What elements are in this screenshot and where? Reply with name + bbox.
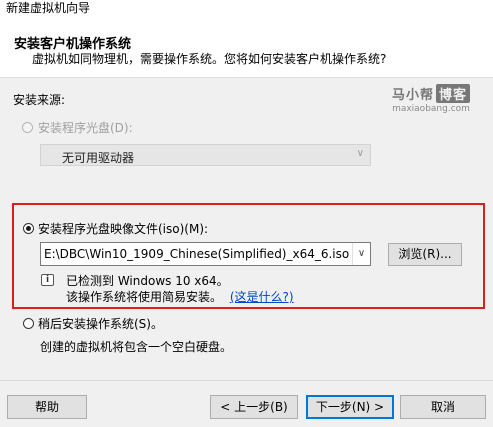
radio-iso-label: 安装程序光盘映像文件(iso)(M): (38, 222, 209, 236)
page-subtitle: 虚拟机如同物理机，需要操作系统。您将如何安装客户机操作系统? (32, 52, 387, 66)
watermark-logo: 马小帮 博客 maxiaobang.com (380, 84, 482, 114)
watermark-brand: 马小帮 (391, 88, 434, 103)
cancel-button[interactable]: 取消 (400, 395, 486, 419)
iso-path-combobox[interactable]: E:\DBC\Win10_1909_Chinese(Simplified)_x6… (40, 242, 371, 266)
radio-iso[interactable] (23, 223, 34, 234)
radio-install-later-label: 稍后安装操作系统(S)。 (38, 317, 163, 331)
chevron-down-icon: ∨ (356, 148, 364, 159)
back-button[interactable]: < 上一步(B) (210, 395, 298, 419)
radio-selected-dot (26, 226, 31, 231)
iso-path-value: E:\DBC\Win10_1909_Chinese(Simplified)_x6… (44, 247, 350, 261)
disc-drive-value: 无可用驱动器 (62, 151, 135, 165)
radio-disc-label: 安装程序光盘(D): (38, 121, 133, 135)
next-button[interactable]: 下一步(N) > (306, 395, 394, 419)
chevron-down-icon[interactable]: ∨ (352, 243, 370, 265)
info-icon: i (41, 274, 54, 286)
easy-install-text: 该操作系统将使用简易安装。 (66, 290, 223, 304)
browse-button[interactable]: 浏览(R)... (388, 243, 462, 266)
radio-install-later[interactable] (23, 318, 34, 329)
disc-drive-dropdown[interactable]: 无可用驱动器 ∨ (40, 144, 371, 166)
detected-os-text: 已检测到 Windows 10 x64。 (66, 274, 229, 288)
radio-disc[interactable] (22, 122, 33, 133)
window-title: 新建虚拟机向导 (6, 1, 91, 15)
help-button[interactable]: 帮助 (7, 395, 87, 419)
install-source-label: 安装来源: (13, 93, 66, 107)
blank-disk-note: 创建的虚拟机将包含一个空白硬盘。 (40, 340, 233, 354)
what-is-this-link[interactable]: (这是什么?) (230, 290, 294, 304)
footer-separator (0, 380, 493, 381)
title-bar: 新建虚拟机向导 (0, 0, 493, 15)
watermark-boxed: 博客 (436, 84, 471, 103)
watermark-url: maxiaobang.com (392, 104, 470, 114)
